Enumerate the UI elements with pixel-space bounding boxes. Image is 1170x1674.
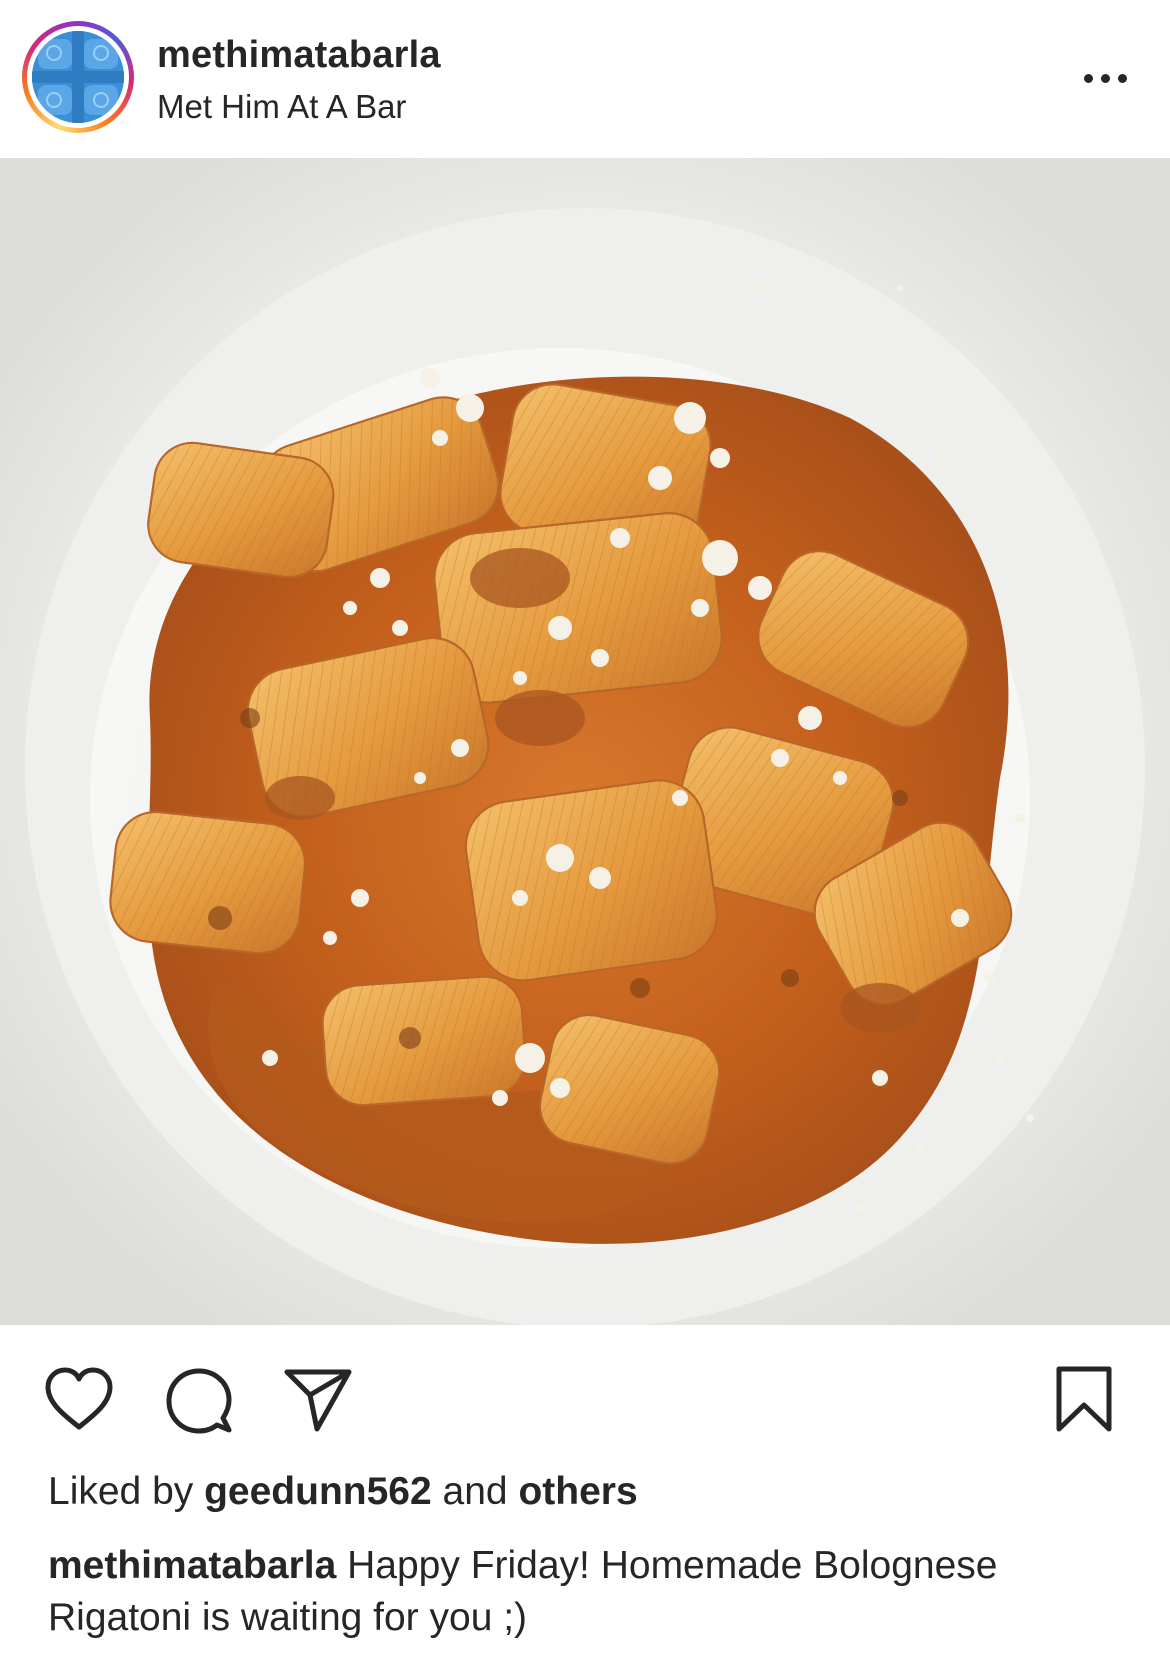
more-options-icon[interactable] [1070, 58, 1140, 98]
liked-by-user[interactable]: geedunn562 [204, 1470, 432, 1513]
caption-username[interactable]: methimatabarla [48, 1544, 336, 1587]
post-caption: methimatabarla Happy Friday! Homemade Bo… [48, 1540, 1138, 1644]
share-icon[interactable] [283, 1367, 353, 1433]
post-photo[interactable] [0, 158, 1170, 1325]
likes-summary[interactable]: Liked by geedunn562 and others [48, 1470, 638, 1514]
bookmark-icon[interactable] [1055, 1365, 1113, 1433]
heart-icon[interactable] [44, 1367, 114, 1431]
post-location[interactable]: Met Him At A Bar [157, 88, 406, 126]
avatar[interactable] [32, 31, 124, 123]
post-username[interactable]: methimatabarla [157, 34, 441, 77]
likes-middle: and [442, 1470, 508, 1513]
instagram-post: methimatabarla Met Him At A Bar Liked by… [0, 0, 1170, 1674]
comment-icon[interactable] [166, 1368, 232, 1434]
pasta-bowl-image [0, 158, 1170, 1325]
post-header: methimatabarla Met Him At A Bar [0, 0, 1170, 158]
story-ring[interactable] [22, 21, 134, 133]
avatar-icon [32, 31, 124, 123]
likes-prefix: Liked by [48, 1470, 194, 1513]
likes-others[interactable]: others [518, 1470, 637, 1513]
